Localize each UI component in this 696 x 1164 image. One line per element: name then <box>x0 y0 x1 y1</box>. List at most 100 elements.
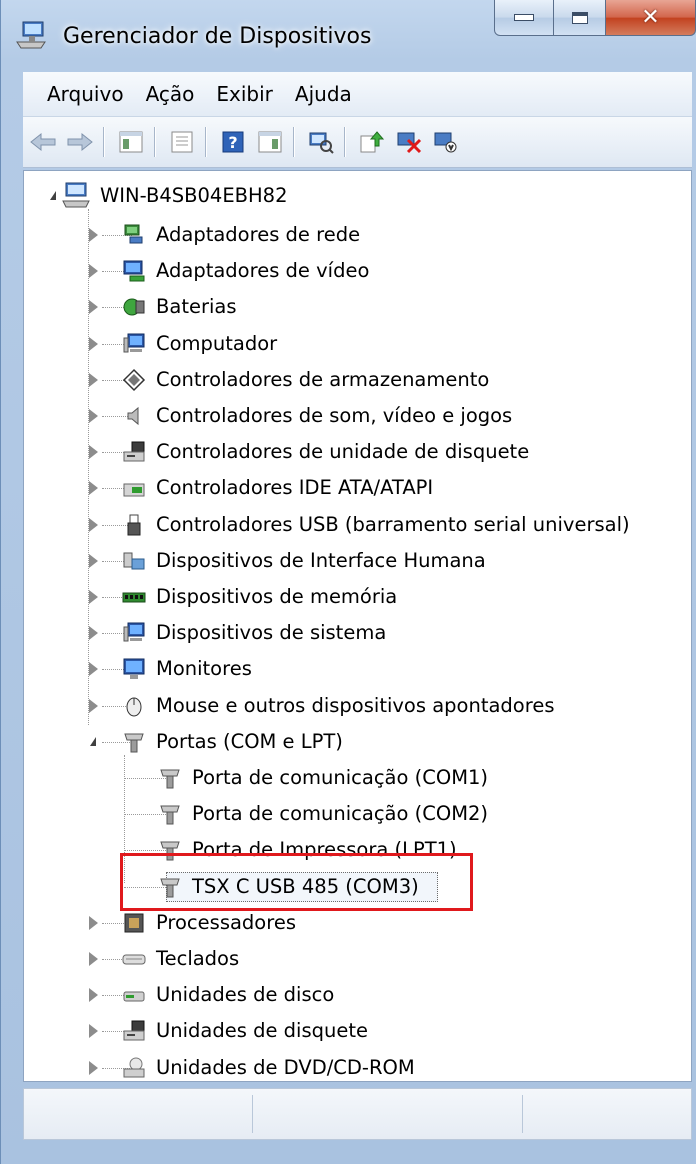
collapsed-triangle-icon <box>88 445 98 460</box>
tree-item[interactable]: Unidades de disco <box>24 977 691 1013</box>
computer-icon <box>62 182 90 208</box>
tree-item[interactable]: Controladores de som, vídeo e jogos <box>24 398 691 434</box>
tree-item-label: Computador <box>156 331 278 355</box>
maximize-icon <box>571 11 588 24</box>
console-tree-button[interactable] <box>114 125 148 159</box>
tree-item-label: Controladores de unidade de disquete <box>156 440 530 464</box>
forward-arrow-icon <box>67 132 93 152</box>
menu-exibir[interactable]: Exibir <box>205 82 284 106</box>
collapsed-triangle-icon <box>88 626 98 641</box>
root-collapse-toggle[interactable] <box>46 188 60 202</box>
tree-item[interactable]: Mouse e outros dispositivos apontadores <box>24 688 691 724</box>
tree-root-label[interactable]: WIN-B4SB04EBH82 <box>100 180 288 210</box>
expand-toggle[interactable] <box>86 264 100 279</box>
usb-icon <box>127 514 141 536</box>
tree-item-label: Adaptadores de vídeo <box>156 259 370 283</box>
back-button[interactable] <box>26 125 60 159</box>
action-pane-button[interactable] <box>253 125 287 159</box>
port-icon <box>124 733 144 753</box>
collapsed-triangle-icon <box>88 372 98 387</box>
device-manager-icon <box>16 21 46 49</box>
tree-item-label: Adaptadores de rede <box>156 223 361 246</box>
tree-item[interactable]: Dispositivos de sistema <box>24 615 691 651</box>
disable-device-button[interactable] <box>429 125 463 159</box>
system-device-icon <box>123 622 145 642</box>
expand-toggle[interactable] <box>86 300 100 315</box>
expand-toggle[interactable] <box>86 1024 100 1039</box>
expand-toggle[interactable] <box>86 988 100 1003</box>
expand-toggle[interactable] <box>86 517 100 532</box>
expand-toggle[interactable] <box>86 662 100 677</box>
tree-item[interactable]: Dispositivos de memória <box>24 579 691 615</box>
expand-toggle[interactable] <box>86 372 100 387</box>
expand-toggle[interactable] <box>86 481 100 496</box>
menu-arquivo[interactable]: Arquivo <box>23 82 135 106</box>
tree-item-label: Controladores IDE ATA/ATAPI <box>156 476 434 500</box>
device-tree[interactable]: WIN-B4SB04EBH82 Adaptadores de rede Adapt… <box>23 170 692 1082</box>
speaker-icon <box>127 407 139 426</box>
tree-item[interactable]: Unidades de DVD/CD-ROM <box>24 1050 691 1086</box>
tree-item[interactable]: Dispositivos de Interface Humana <box>24 543 691 579</box>
update-driver-button[interactable] <box>355 125 389 159</box>
expand-toggle[interactable] <box>86 553 100 568</box>
tree-item[interactable]: Unidades de disquete <box>24 1013 691 1049</box>
hid-icon <box>123 552 145 570</box>
maximize-button[interactable] <box>554 0 606 36</box>
status-bar <box>23 1088 692 1140</box>
tree-item[interactable]: Controladores de armazenamento <box>24 362 691 398</box>
expand-toggle[interactable] <box>86 590 100 605</box>
collapsed-triangle-icon <box>88 1024 98 1039</box>
tree-item[interactable]: Controladores IDE ATA/ATAPI <box>24 470 691 506</box>
collapsed-triangle-icon <box>88 915 98 930</box>
collapsed-triangle-icon <box>88 481 98 496</box>
toolbar-separator <box>154 127 156 157</box>
tree-item-label: Controladores USB (barramento serial uni… <box>156 512 630 536</box>
expand-toggle[interactable] <box>86 228 100 243</box>
expand-toggle[interactable] <box>86 626 100 641</box>
port-icon <box>160 805 180 825</box>
tree-item[interactable]: Controladores de unidade de disquete <box>24 434 691 470</box>
tree-item[interactable]: Teclados <box>24 941 691 977</box>
expand-toggle[interactable] <box>86 445 100 460</box>
tree-item[interactable]: Baterias <box>24 289 691 325</box>
forward-button[interactable] <box>63 125 97 159</box>
display-adapter-icon <box>123 260 145 282</box>
device-manager-window: Gerenciador de Dispositivos ✕ Arquivo Aç… <box>0 0 696 1164</box>
tree-item-label: Unidades de disco <box>156 983 335 1007</box>
properties-button[interactable] <box>165 125 199 159</box>
collapsed-triangle-icon <box>88 1060 98 1075</box>
uninstall-device-button[interactable] <box>392 125 426 159</box>
tree-item[interactable]: Adaptadores de rede <box>24 217 691 253</box>
help-button[interactable]: ? <box>216 125 250 159</box>
expand-toggle[interactable] <box>86 952 100 967</box>
tree-item[interactable]: Adaptadores de vídeo <box>24 253 691 289</box>
menu-acao[interactable]: Ação <box>135 82 206 106</box>
expand-toggle[interactable] <box>86 698 100 713</box>
tree-item-label: Mouse e outros dispositivos apontadores <box>156 693 555 717</box>
toolbar-separator <box>293 127 295 157</box>
close-icon: ✕ <box>641 5 660 30</box>
port-icon <box>160 769 180 789</box>
close-button[interactable]: ✕ <box>606 0 696 36</box>
tree-item[interactable]: Controladores USB (barramento serial uni… <box>24 507 691 543</box>
collapse-toggle[interactable] <box>86 735 100 749</box>
tree-item-label: Porta de comunicação (COM2) <box>192 802 489 826</box>
expand-toggle[interactable] <box>86 336 100 351</box>
action-pane-icon <box>258 131 282 153</box>
scan-hardware-button[interactable] <box>304 125 338 159</box>
expand-toggle[interactable] <box>86 1060 100 1075</box>
tree-item-label: Unidades de DVD/CD-ROM <box>156 1055 415 1079</box>
tree-item[interactable]: Monitores <box>24 651 691 687</box>
title-bar[interactable]: Gerenciador de Dispositivos ✕ <box>1 0 696 68</box>
expand-toggle[interactable] <box>86 915 100 930</box>
menu-ajuda[interactable]: Ajuda <box>284 82 363 106</box>
expanded-triangle-icon <box>90 737 96 747</box>
expand-toggle[interactable] <box>86 409 100 424</box>
tree-item-label: Dispositivos de sistema <box>156 621 387 645</box>
collapsed-triangle-icon <box>88 264 98 279</box>
minimize-button[interactable] <box>494 0 554 36</box>
window-controls: ✕ <box>494 0 696 40</box>
toolbar: ? <box>23 117 692 168</box>
tree-item[interactable]: Computador <box>24 326 691 362</box>
mouse-icon <box>126 697 142 717</box>
